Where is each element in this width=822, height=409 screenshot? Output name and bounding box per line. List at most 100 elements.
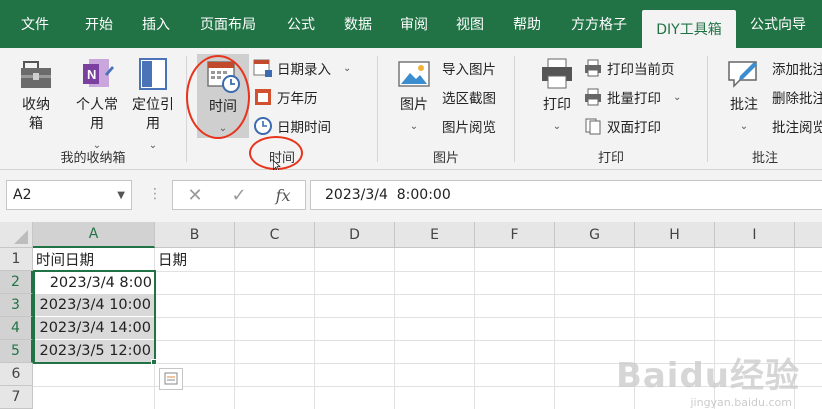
row-header-3[interactable]: 3 — [0, 294, 33, 317]
tab-insert[interactable]: 插入 — [128, 0, 184, 48]
column-header-e[interactable]: E — [395, 222, 475, 248]
batch-print-icon — [585, 88, 601, 106]
column-header-b[interactable]: B — [155, 222, 235, 248]
cell-a3[interactable]: 2023/3/4 10:00 — [33, 294, 154, 316]
perpetual-calendar-icon — [255, 89, 271, 105]
quick-analysis-button[interactable] — [159, 368, 183, 390]
add-comment-label: 添加批注 — [772, 62, 822, 78]
browse-picture-button[interactable]: 图片阅览 — [442, 114, 496, 138]
row-header-1[interactable]: 1 — [0, 248, 33, 271]
tab-data[interactable]: 数据 — [330, 0, 386, 48]
chevron-down-icon[interactable]: ▼ — [117, 190, 125, 201]
delete-comment-button[interactable]: 删除批注 — [772, 85, 822, 109]
name-box-value: A2 — [13, 187, 32, 203]
screenshot-label: 选区截图 — [442, 91, 496, 107]
tab-formulas[interactable]: 公式 — [272, 0, 330, 48]
storage-label: 收纳箱 — [22, 97, 50, 132]
cell-a1[interactable]: 时间日期 — [33, 248, 155, 271]
tab-fangfang[interactable]: 方方格子 — [556, 0, 642, 48]
print-button[interactable]: 打印 ⌄ — [535, 56, 579, 137]
formula-bar: A2 ▼ ⋮ ✕ ✓ fx 2023/3/4 8:00:00 — [0, 170, 822, 222]
duplex-print-button[interactable]: 双面打印 — [583, 114, 661, 138]
personal-button[interactable]: N 个人常用 ⌄ — [70, 56, 124, 156]
tab-formula-wizard[interactable]: 公式向导 — [736, 0, 820, 48]
baidu-watermark: Baidu经验 — [615, 356, 800, 396]
group-time: 时间 ⌄ 日期录入 ⌄ 万年历 日期时间 时间 — [186, 48, 377, 172]
tab-page-layout[interactable]: 页面布局 — [184, 0, 272, 48]
tab-help[interactable]: 帮助 — [498, 0, 556, 48]
locate-button[interactable]: 定位引用 ⌄ — [126, 56, 180, 156]
toolbox-icon — [21, 61, 51, 88]
tab-file[interactable]: 文件 — [0, 0, 70, 48]
cancel-icon[interactable]: ✕ — [187, 185, 202, 206]
import-picture-button[interactable]: 导入图片 — [442, 56, 496, 80]
column-header-f[interactable]: F — [475, 222, 555, 248]
baidu-watermark-url: jingyan.baidu.com — [690, 396, 792, 409]
view-comment-button[interactable]: 批注阅览 — [772, 114, 822, 138]
svg-text:N: N — [87, 67, 96, 82]
highlight-circle-time-button — [186, 55, 250, 139]
print-page-icon — [585, 59, 601, 77]
formula-content: 2023/3/4 8:00:00 — [325, 187, 451, 203]
onenote-icon: N — [83, 59, 114, 87]
printer-icon — [542, 58, 572, 89]
name-box[interactable]: A2 ▼ — [6, 180, 132, 210]
picture-icon — [398, 61, 430, 87]
cell-a2[interactable]: 2023/3/4 8:00 — [33, 271, 155, 294]
comment-button[interactable]: 批注 ⌄ — [722, 56, 766, 137]
duplex-print-label: 双面打印 — [607, 120, 661, 136]
tab-diy-toolbox[interactable]: DIY工具箱 — [642, 10, 736, 48]
column-header-i[interactable]: I — [715, 222, 795, 248]
locate-label: 定位引用 — [132, 97, 174, 132]
row-header-2[interactable]: 2 — [0, 271, 33, 294]
group-picture: 图片 ⌄ 导入图片 选区截图 图片阅览 图片 — [378, 48, 514, 170]
add-comment-button[interactable]: 添加批注 — [772, 56, 822, 80]
row-header-5[interactable]: 5 — [0, 340, 33, 363]
print-current-button[interactable]: 打印当前页 — [583, 56, 675, 80]
calendar-label: 万年历 — [277, 91, 318, 107]
locate-reference-icon — [139, 58, 167, 90]
cell-a5[interactable]: 2023/3/5 12:00 — [33, 340, 154, 362]
column-header-partial[interactable] — [795, 222, 822, 248]
date-entry-button[interactable]: 日期录入 ⌄ — [253, 56, 351, 80]
group-label-storage: 我的收纳箱 — [60, 151, 126, 166]
select-all-corner[interactable] — [0, 222, 33, 248]
storage-button[interactable]: 收纳箱 — [14, 56, 58, 134]
chevron-down-icon: ⌄ — [343, 62, 352, 74]
tab-view[interactable]: 视图 — [442, 0, 498, 48]
group-print: 打印 ⌄ 打印当前页 批量打印 ⌄ 双面打印 打印 — [515, 48, 707, 170]
formula-input[interactable]: 2023/3/4 8:00:00 — [310, 180, 822, 210]
confirm-icon[interactable]: ✓ — [232, 185, 247, 206]
batch-print-button[interactable]: 批量打印 ⌄ — [583, 85, 681, 109]
screenshot-button[interactable]: 选区截图 — [442, 85, 496, 109]
fill-handle[interactable] — [151, 359, 157, 365]
picture-button[interactable]: 图片 ⌄ — [392, 56, 436, 137]
column-header-h[interactable]: H — [635, 222, 715, 248]
calendar-button[interactable]: 万年历 — [253, 85, 318, 109]
print-label: 打印 — [543, 97, 571, 113]
chevron-down-icon: ⌄ — [552, 121, 562, 132]
cell-b1[interactable]: 日期 — [155, 248, 235, 271]
column-header-c[interactable]: C — [235, 222, 315, 248]
datetime-button[interactable]: 日期时间 — [253, 114, 331, 138]
row-header-4[interactable]: 4 — [0, 317, 33, 340]
picture-label: 图片 — [400, 97, 428, 113]
batch-print-label: 批量打印 — [607, 91, 661, 107]
date-entry-icon — [253, 59, 272, 77]
delete-comment-label: 删除批注 — [772, 91, 822, 107]
row-header-7[interactable]: 7 — [0, 386, 33, 409]
formula-bar-grip-icon[interactable]: ⋮ — [148, 186, 162, 202]
tab-home[interactable]: 开始 — [70, 0, 128, 48]
column-header-g[interactable]: G — [555, 222, 635, 248]
column-header-a[interactable]: A — [33, 222, 155, 248]
insert-function-icon[interactable]: fx — [276, 186, 291, 205]
group-storage: 收纳箱 N 个人常用 ⌄ 定位引用 ⌄ 我的收纳箱 — [0, 48, 186, 170]
column-header-d[interactable]: D — [315, 222, 395, 248]
row-header-6[interactable]: 6 — [0, 363, 33, 386]
select-all-triangle-icon — [14, 230, 28, 244]
ribbon-tab-bar: 文件 开始 插入 页面布局 公式 数据 审阅 视图 帮助 方方格子 DIY工具箱… — [0, 0, 822, 48]
comment-label: 批注 — [730, 97, 758, 113]
chevron-down-icon: ⌄ — [673, 91, 682, 103]
cell-a4[interactable]: 2023/3/4 14:00 — [33, 317, 154, 339]
tab-review[interactable]: 审阅 — [386, 0, 442, 48]
